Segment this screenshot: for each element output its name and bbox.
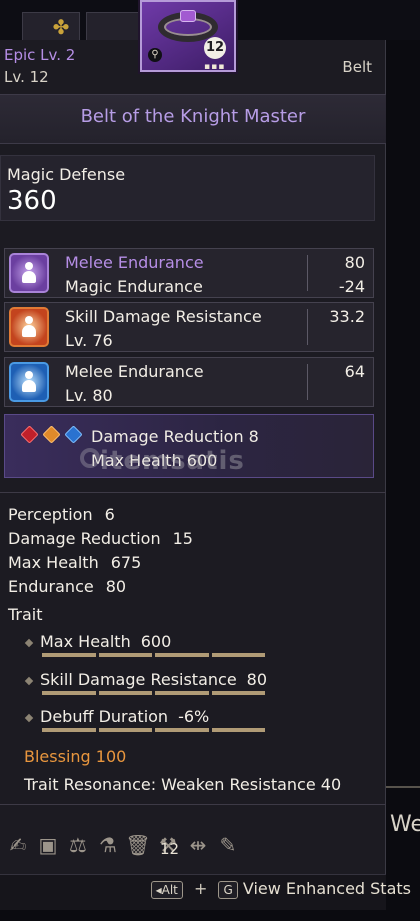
flask-icon[interactable]: ⚗ bbox=[94, 830, 122, 860]
restriction-icon-row: ✍ ▣ ⚖ ⚗ 🗑 ⚒ ⇹ ✎ bbox=[4, 830, 242, 864]
diamond-bullet-icon bbox=[24, 713, 34, 722]
trait-title: Trait bbox=[8, 605, 43, 624]
trait-label: Max Health bbox=[40, 632, 131, 651]
primary-stat-label: Magic Defense bbox=[7, 165, 126, 184]
stat-row[interactable]: Melee Endurance 64 Lv. 80 bbox=[4, 357, 374, 407]
g-key-icon: G bbox=[218, 880, 238, 899]
view-enhanced-stats-label: View Enhanced Stats bbox=[242, 879, 411, 898]
blue-gem-icon bbox=[9, 362, 49, 402]
item-level: Lv. 12 bbox=[4, 68, 49, 86]
trait-value: -6% bbox=[178, 707, 210, 726]
trait-progress-bar bbox=[42, 653, 265, 657]
trash-icon[interactable]: 🗑 bbox=[124, 830, 152, 860]
attribute-row: Damage Reduction 15 bbox=[8, 529, 193, 548]
section-divider bbox=[0, 804, 386, 805]
diamond-bullet-icon bbox=[24, 676, 34, 685]
orange-gem-icon bbox=[9, 307, 49, 347]
stat-label: Melee Endurance bbox=[65, 253, 204, 272]
attribute-label: Endurance bbox=[8, 577, 94, 596]
stat-value: 80 bbox=[344, 253, 365, 272]
trait-item: Skill Damage Resistance 80 bbox=[24, 670, 268, 689]
purple-gem-icon bbox=[9, 253, 49, 293]
attribute-row: Max Health 675 bbox=[8, 553, 141, 572]
row-divider bbox=[307, 255, 308, 291]
item-level-badge: 12 bbox=[204, 37, 226, 59]
trait-resonance-text: Trait Resonance: Weaken Resistance 40 bbox=[24, 775, 342, 794]
stat-label: Melee Endurance bbox=[65, 362, 204, 381]
watermark: itemsatis bbox=[100, 446, 245, 476]
blue-gem-icon bbox=[64, 425, 83, 444]
red-gem-icon bbox=[20, 425, 39, 444]
attribute-value: 675 bbox=[110, 553, 142, 572]
trait-item: Debuff Duration -6% bbox=[24, 707, 210, 726]
set-bonus-line: Damage Reduction 8 bbox=[91, 427, 259, 446]
trade-scale-icon[interactable]: ⚖ bbox=[64, 830, 92, 860]
section-divider bbox=[0, 492, 386, 493]
plus-sign: + bbox=[193, 879, 208, 898]
stat-row[interactable]: Skill Damage Resistance 33.2 Lv. 76 bbox=[4, 302, 374, 352]
stat-value: 33.2 bbox=[329, 307, 365, 326]
stat-label: Magic Endurance bbox=[65, 277, 203, 296]
belt-gem-icon bbox=[180, 10, 196, 22]
attribute-label: Max Health bbox=[8, 553, 99, 572]
item-type: Belt bbox=[342, 58, 372, 76]
diamond-bullet-icon bbox=[24, 638, 34, 647]
trait-progress-bar bbox=[42, 728, 265, 732]
item-grade: Epic Lv. 2 bbox=[4, 46, 76, 64]
trait-value: 80 bbox=[246, 670, 268, 689]
row-divider bbox=[307, 364, 308, 400]
attribute-row: Endurance 80 bbox=[8, 577, 126, 596]
trait-label: Skill Damage Resistance bbox=[40, 670, 237, 689]
background-text: We bbox=[390, 812, 420, 837]
trait-progress-bar bbox=[42, 691, 265, 695]
background-divider bbox=[386, 786, 420, 788]
row-divider bbox=[307, 309, 308, 345]
trait-item: Max Health 600 bbox=[24, 632, 172, 651]
stat-value: 64 bbox=[344, 362, 365, 381]
lock-icon: ⚲ bbox=[148, 48, 162, 62]
swap-icon[interactable]: ⇹ bbox=[184, 830, 212, 860]
alt-key-icon: ◂Alt bbox=[150, 880, 183, 899]
anvil-count: 12 bbox=[160, 840, 180, 858]
view-enhanced-stats-hint[interactable]: ◂Alt + G View Enhanced Stats bbox=[150, 879, 411, 899]
attribute-value: 6 bbox=[104, 505, 115, 524]
attribute-value: 15 bbox=[172, 529, 193, 548]
blessing-text: Blessing 100 bbox=[24, 747, 127, 766]
box-icon[interactable]: ▣ bbox=[34, 830, 62, 860]
inventory-slot[interactable] bbox=[86, 12, 144, 42]
trait-label: Debuff Duration bbox=[40, 707, 169, 726]
stat-label: Skill Damage Resistance bbox=[65, 307, 262, 326]
orange-gem-icon bbox=[42, 425, 61, 444]
attribute-value: 80 bbox=[105, 577, 127, 596]
item-title: Belt of the Knight Master bbox=[80, 106, 306, 127]
belt-item-icon: ⚲ 12 ▪▪▪ bbox=[140, 0, 236, 72]
primary-stat-value: 360 bbox=[7, 186, 57, 216]
attribute-label: Perception bbox=[8, 505, 93, 524]
dye-icon[interactable]: ✎ bbox=[214, 830, 242, 860]
knot-emblem-icon: ✤ bbox=[52, 15, 70, 39]
stat-row[interactable]: Melee Endurance 80 Magic Endurance -24 bbox=[4, 248, 374, 298]
sign-icon[interactable]: ✍ bbox=[4, 830, 32, 860]
stat-value: -24 bbox=[338, 277, 365, 296]
attribute-row: Perception 6 bbox=[8, 505, 115, 524]
stat-level: Lv. 76 bbox=[65, 331, 113, 350]
trait-value: 600 bbox=[140, 632, 172, 651]
dots-icon: ▪▪▪ bbox=[204, 62, 226, 72]
stat-level: Lv. 80 bbox=[65, 386, 113, 405]
attribute-label: Damage Reduction bbox=[8, 529, 161, 548]
watermark-logo-icon bbox=[80, 448, 100, 468]
